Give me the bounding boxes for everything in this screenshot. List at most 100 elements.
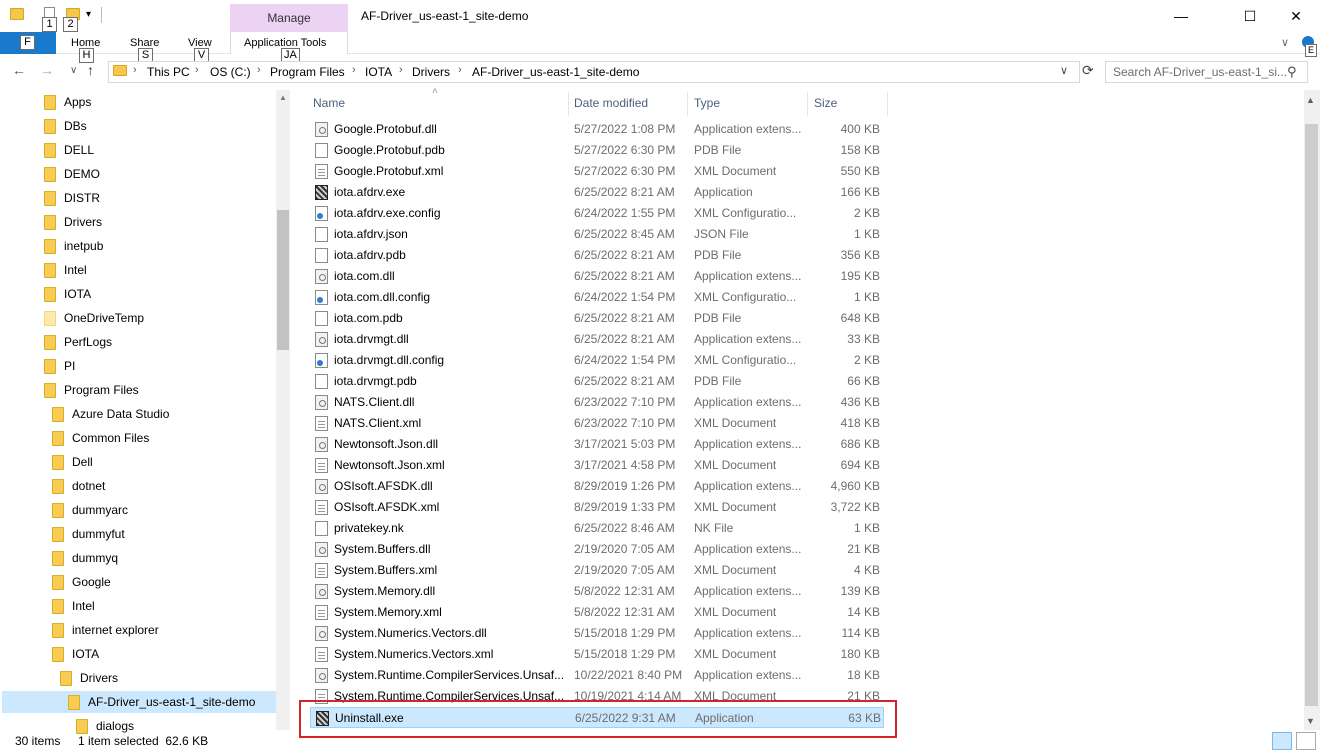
file-row[interactable]: NATS.Client.dll 6/23/2022 7:10 PM Applicat… [310, 392, 884, 413]
file-row[interactable]: Newtonsoft.Json.xml 3/17/2021 4:58 PM XML … [310, 455, 884, 476]
file-row[interactable]: iota.afdrv.pdb 6/25/2022 8:21 AM PDB File 3… [310, 245, 884, 266]
sidebar-item[interactable]: dummyfut [52, 523, 276, 545]
sidebar-item[interactable]: internet explorer [52, 619, 276, 641]
file-row[interactable]: privatekey.nk 6/25/2022 8:46 AM NK File 1 K… [310, 518, 884, 539]
breadcrumb-separator[interactable]: › [352, 64, 356, 76]
sidebar-item[interactable]: Intel [52, 595, 276, 617]
sidebar-item[interactable]: Google [52, 571, 276, 593]
sidebar-item-label: Google [72, 575, 111, 589]
breadcrumb-this-pc[interactable]: This PC [147, 65, 190, 79]
folder-icon [44, 334, 56, 350]
forward-arrow-icon[interactable]: → [40, 62, 54, 78]
navpane-scroll-up-icon[interactable]: ▲ [279, 93, 287, 102]
breadcrumb-drivers[interactable]: Drivers [412, 65, 450, 79]
file-row[interactable]: iota.afdrv.exe 6/25/2022 8:21 AM Applicati… [310, 182, 884, 203]
file-size: 18 KB [847, 668, 880, 682]
breadcrumb-program-files[interactable]: Program Files [270, 65, 345, 79]
file-row[interactable]: iota.drvmgt.dll 6/25/2022 8:21 AM Applicat… [310, 329, 884, 350]
sidebar-item[interactable]: Apps [44, 91, 276, 113]
file-type: Application extens... [694, 332, 802, 346]
sidebar-item[interactable]: DELL [44, 139, 276, 161]
scroll-up-icon[interactable]: ▲ [1306, 95, 1315, 105]
breadcrumb-separator[interactable]: › [257, 64, 261, 76]
file-row[interactable]: OSIsoft.AFSDK.dll 8/29/2019 1:26 PM Applic… [310, 476, 884, 497]
breadcrumb-separator[interactable]: › [458, 64, 462, 76]
navpane-scrollbar[interactable] [276, 90, 290, 730]
sidebar-item[interactable]: DISTR [44, 187, 276, 209]
sidebar-item[interactable]: dialogs [76, 715, 276, 737]
file-row[interactable]: System.Buffers.dll 2/19/2020 7:05 AM Appli… [310, 539, 884, 560]
breadcrumb-separator[interactable]: › [399, 64, 403, 76]
large-icons-view-icon[interactable] [1296, 732, 1316, 750]
close-button[interactable]: ✕ [1273, 0, 1319, 32]
sidebar-item[interactable]: Drivers [60, 667, 276, 689]
sidebar-item[interactable]: AF-Driver_us-east-1_site-demo [2, 691, 276, 713]
sidebar-item[interactable]: IOTA [52, 643, 276, 665]
breadcrumb-iota[interactable]: IOTA [365, 65, 392, 79]
breadcrumb-separator[interactable]: › [133, 64, 137, 76]
file-row[interactable]: System.Numerics.Vectors.xml 5/15/2018 1:2… [310, 644, 884, 665]
sidebar-item[interactable]: Dell [52, 451, 276, 473]
sidebar-item[interactable]: PI [44, 355, 276, 377]
file-file-icon [315, 248, 328, 263]
file-row[interactable]: OSIsoft.AFSDK.xml 8/29/2019 1:33 PM XML Do… [310, 497, 884, 518]
breadcrumb-current-folder[interactable]: AF-Driver_us-east-1_site-demo [472, 65, 639, 79]
sidebar-item[interactable]: IOTA [44, 283, 276, 305]
minimize-button[interactable]: — [1158, 0, 1204, 32]
file-row[interactable]: iota.drvmgt.dll.config 6/24/2022 1:54 PM X… [310, 350, 884, 371]
file-row[interactable]: System.Memory.dll 5/8/2022 12:31 AM Applic… [310, 581, 884, 602]
file-row[interactable]: iota.com.dll.config 6/24/2022 1:54 PM XML … [310, 287, 884, 308]
sidebar-item[interactable]: inetpub [44, 235, 276, 257]
file-file-icon [315, 311, 328, 326]
dll-file-icon [315, 584, 328, 599]
back-arrow-icon[interactable]: ← [12, 62, 26, 78]
file-row[interactable]: iota.afdrv.exe.config 6/24/2022 1:55 PM XM… [310, 203, 884, 224]
file-row[interactable]: System.Runtime.CompilerServices.Unsaf...… [310, 665, 884, 686]
file-row[interactable]: Google.Protobuf.xml 5/27/2022 6:30 PM XML … [310, 161, 884, 182]
file-row[interactable]: Newtonsoft.Json.dll 3/17/2021 5:03 PM Appl… [310, 434, 884, 455]
folder-icon [52, 430, 64, 446]
address-dropdown-icon[interactable]: ∨ [1060, 64, 1068, 77]
file-row[interactable]: System.Buffers.xml 2/19/2020 7:05 AM XML D… [310, 560, 884, 581]
sidebar-item[interactable]: Program Files [44, 379, 276, 401]
file-row[interactable]: Google.Protobuf.dll 5/27/2022 1:08 PM Appl… [310, 119, 884, 140]
file-row[interactable]: Google.Protobuf.pdb 5/27/2022 6:30 PM PDB … [310, 140, 884, 161]
sidebar-item[interactable]: Drivers [44, 211, 276, 233]
recent-locations-icon[interactable]: ∨ [70, 65, 77, 76]
file-row[interactable]: iota.com.dll 6/25/2022 8:21 AM Application… [310, 266, 884, 287]
file-size: 3,722 KB [830, 500, 880, 514]
file-row[interactable]: iota.com.pdb 6/25/2022 8:21 AM PDB File 648… [310, 308, 884, 329]
file-row[interactable]: iota.afdrv.json 6/25/2022 8:45 AM JSON Fil… [310, 224, 884, 245]
refresh-icon[interactable]: ⟳ [1082, 62, 1094, 79]
sidebar-item[interactable]: Intel [44, 259, 276, 281]
sidebar-item[interactable]: OneDriveTemp [44, 307, 276, 329]
navpane-scrollbar-thumb[interactable] [277, 210, 289, 350]
sidebar-item[interactable]: Common Files [52, 427, 276, 449]
file-size: 1 KB [853, 290, 880, 304]
scroll-down-icon[interactable]: ▼ [1306, 716, 1315, 726]
breadcrumb-os-c[interactable]: OS (C:) [210, 65, 251, 79]
sidebar-item[interactable]: dummyq [52, 547, 276, 569]
up-arrow-icon[interactable]: ↑ [87, 62, 94, 78]
folder-icon[interactable] [10, 8, 24, 20]
file-row[interactable]: System.Memory.xml 5/8/2022 12:31 AM XML Do… [310, 602, 884, 623]
sidebar-item[interactable]: PerfLogs [44, 331, 276, 353]
file-row[interactable]: NATS.Client.xml 6/23/2022 7:10 PM XML Docu… [310, 413, 884, 434]
breadcrumb-separator[interactable]: › [195, 64, 199, 76]
details-view-icon[interactable] [1272, 732, 1292, 750]
search-icon[interactable]: ⚲ [1287, 64, 1297, 80]
sidebar-item[interactable]: DEMO [44, 163, 276, 185]
file-name: System.Numerics.Vectors.dll [334, 626, 487, 640]
sidebar-item[interactable]: dummyarc [52, 499, 276, 521]
filelist-scrollbar-thumb[interactable] [1305, 124, 1318, 706]
qat-dropdown-icon[interactable]: ▾ [86, 9, 91, 20]
file-date: 8/29/2019 1:26 PM [574, 479, 676, 493]
sidebar-item[interactable]: dotnet [52, 475, 276, 497]
sidebar-item[interactable]: DBs [44, 115, 276, 137]
file-row[interactable]: iota.drvmgt.pdb 6/25/2022 8:21 AM PDB File… [310, 371, 884, 392]
file-row[interactable]: System.Numerics.Vectors.dll 5/15/2018 1:2… [310, 623, 884, 644]
sidebar-item[interactable]: Azure Data Studio [52, 403, 276, 425]
collapse-ribbon-icon[interactable]: ∨ [1281, 36, 1289, 49]
file-size: 400 KB [840, 122, 880, 136]
maximize-button[interactable]: ☐ [1227, 0, 1273, 32]
